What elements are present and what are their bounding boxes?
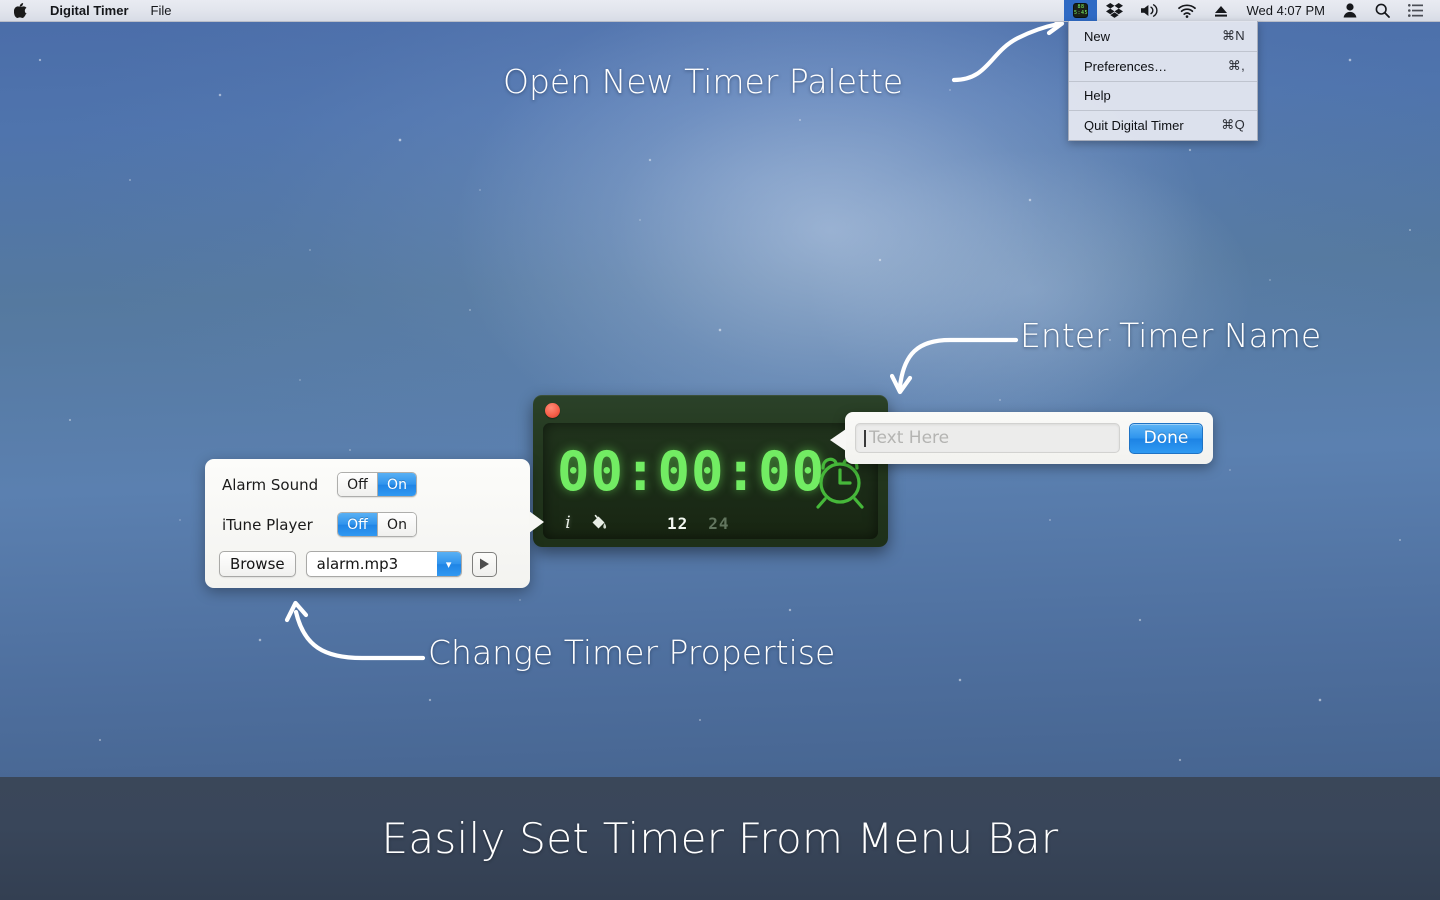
- eject-icon: [1215, 5, 1228, 17]
- banner-text: Easily Set Timer From Menu Bar: [381, 814, 1059, 863]
- timer-bottom-controls: i 12 24: [555, 513, 730, 533]
- dropbox-icon: [1106, 3, 1124, 18]
- timer-name-input[interactable]: Text Here: [855, 423, 1120, 453]
- timer-widget[interactable]: 00:00:00 i 12 24: [533, 395, 888, 547]
- menu-item-quit[interactable]: Quit Digital Timer ⌘Q: [1069, 113, 1257, 138]
- timer-name-placeholder: Text Here: [869, 428, 950, 448]
- alarm-sound-label: Alarm Sound: [222, 475, 319, 494]
- menu-item-help-label: Help: [1084, 88, 1111, 103]
- sound-file-value: alarm.mp3: [316, 555, 399, 573]
- status-volume-icon[interactable]: [1132, 0, 1169, 21]
- menu-bar: Digital Timer File 88 5:45 Wed 4:07 PM: [0, 0, 1440, 22]
- menu-item-help[interactable]: Help: [1069, 84, 1257, 108]
- menu-item-new-shortcut: ⌘N: [1222, 28, 1245, 43]
- timer-dropdown-menu: New ⌘N Preferences… ⌘, Help Quit Digital…: [1068, 21, 1258, 141]
- status-eject-icon[interactable]: [1205, 0, 1237, 21]
- sound-file-row: Browse alarm.mp3 ▾: [219, 551, 519, 577]
- timer-name-popover: Text Here Done: [830, 412, 1213, 464]
- chevron-down-icon[interactable]: ▾: [436, 552, 461, 576]
- menu-item-quit-label: Quit Digital Timer: [1084, 117, 1184, 133]
- apple-menu-icon[interactable]: [0, 0, 39, 21]
- status-wifi-icon[interactable]: [1169, 0, 1205, 21]
- timer-lcd-screen: 00:00:00 i 12 24: [543, 423, 878, 539]
- done-button[interactable]: Done: [1129, 422, 1203, 454]
- menu-divider-1: [1069, 51, 1257, 52]
- timer-close-button[interactable]: [545, 403, 560, 418]
- paint-bucket-icon: [592, 514, 606, 529]
- play-sound-button[interactable]: [471, 551, 497, 577]
- menu-bar-left: Digital Timer File: [0, 0, 182, 21]
- status-dropbox-icon[interactable]: [1097, 0, 1132, 21]
- menu-item-preferences-shortcut: ⌘,: [1227, 58, 1245, 73]
- search-icon: [1375, 3, 1390, 18]
- apple-logo-icon: [14, 3, 27, 18]
- menu-divider-3: [1069, 110, 1257, 111]
- callout-change-properties: Change Timer Propertise: [428, 633, 836, 672]
- alarm-sound-toggle[interactable]: Off On: [337, 472, 417, 497]
- wifi-icon: [1178, 3, 1197, 18]
- status-search-icon[interactable]: [1366, 0, 1399, 21]
- menu-bar-clock[interactable]: Wed 4:07 PM: [1237, 0, 1334, 21]
- callout-enter-timer-name: Enter Timer Name: [1020, 316, 1322, 355]
- arrow-to-menubar-icon: [951, 14, 1065, 83]
- itune-player-off-option[interactable]: Off: [338, 513, 377, 536]
- callout-open-new-timer: Open New Timer Palette: [503, 62, 904, 101]
- timer-format-24[interactable]: 24: [708, 514, 729, 533]
- menu-bar-status-area: 88 5:45 Wed 4:07 PM: [1064, 0, 1440, 21]
- desktop-screen: Digital Timer File 88 5:45 Wed 4:07 PM N…: [0, 0, 1440, 900]
- alarm-sound-on-option[interactable]: On: [377, 473, 416, 496]
- status-list-icon[interactable]: [1399, 0, 1432, 21]
- itune-player-on-option[interactable]: On: [377, 513, 416, 536]
- menu-item-preferences[interactable]: Preferences… ⌘,: [1069, 54, 1257, 79]
- alarm-sound-row: Alarm Sound Off On: [222, 472, 514, 497]
- timer-glyph-bottom: 5:45: [1073, 10, 1088, 16]
- itune-player-toggle[interactable]: Off On: [337, 512, 417, 537]
- itune-player-label: iTune Player: [222, 515, 313, 534]
- timer-fill-color-icon[interactable]: [581, 514, 615, 532]
- menu-item-preferences-label: Preferences…: [1084, 58, 1168, 74]
- timer-display[interactable]: 00:00:00: [557, 443, 825, 501]
- timer-format-12[interactable]: 12: [667, 514, 688, 533]
- arrow-to-name-field-icon: [890, 337, 1019, 395]
- status-user-icon[interactable]: [1334, 0, 1366, 21]
- bottom-banner: Easily Set Timer From Menu Bar: [0, 777, 1440, 900]
- arrow-to-properties-icon: [284, 600, 426, 661]
- timer-properties-panel: Alarm Sound Off On iTune Player Off On B…: [205, 459, 544, 588]
- timer-info-icon[interactable]: i: [555, 513, 581, 533]
- sound-file-select[interactable]: alarm.mp3 ▾: [305, 551, 462, 577]
- text-caret: [864, 429, 866, 447]
- list-icon: [1408, 4, 1423, 17]
- alarm-sound-off-option[interactable]: Off: [338, 473, 377, 496]
- volume-icon: [1141, 4, 1159, 17]
- menu-divider-2: [1069, 81, 1257, 82]
- menu-item-new-label: New: [1084, 28, 1111, 44]
- user-icon: [1343, 3, 1357, 18]
- itune-player-row: iTune Player Off On: [222, 512, 514, 537]
- menu-app-name[interactable]: Digital Timer: [39, 0, 140, 21]
- menu-item-quit-shortcut: ⌘Q: [1221, 117, 1245, 132]
- timer-menubar-glyph: 88 5:45: [1073, 3, 1089, 18]
- play-icon: [479, 558, 489, 570]
- browse-button[interactable]: Browse: [219, 551, 296, 577]
- status-timer-icon[interactable]: 88 5:45: [1064, 0, 1098, 21]
- menu-item-new[interactable]: New ⌘N: [1069, 24, 1257, 49]
- menu-file[interactable]: File: [140, 0, 183, 21]
